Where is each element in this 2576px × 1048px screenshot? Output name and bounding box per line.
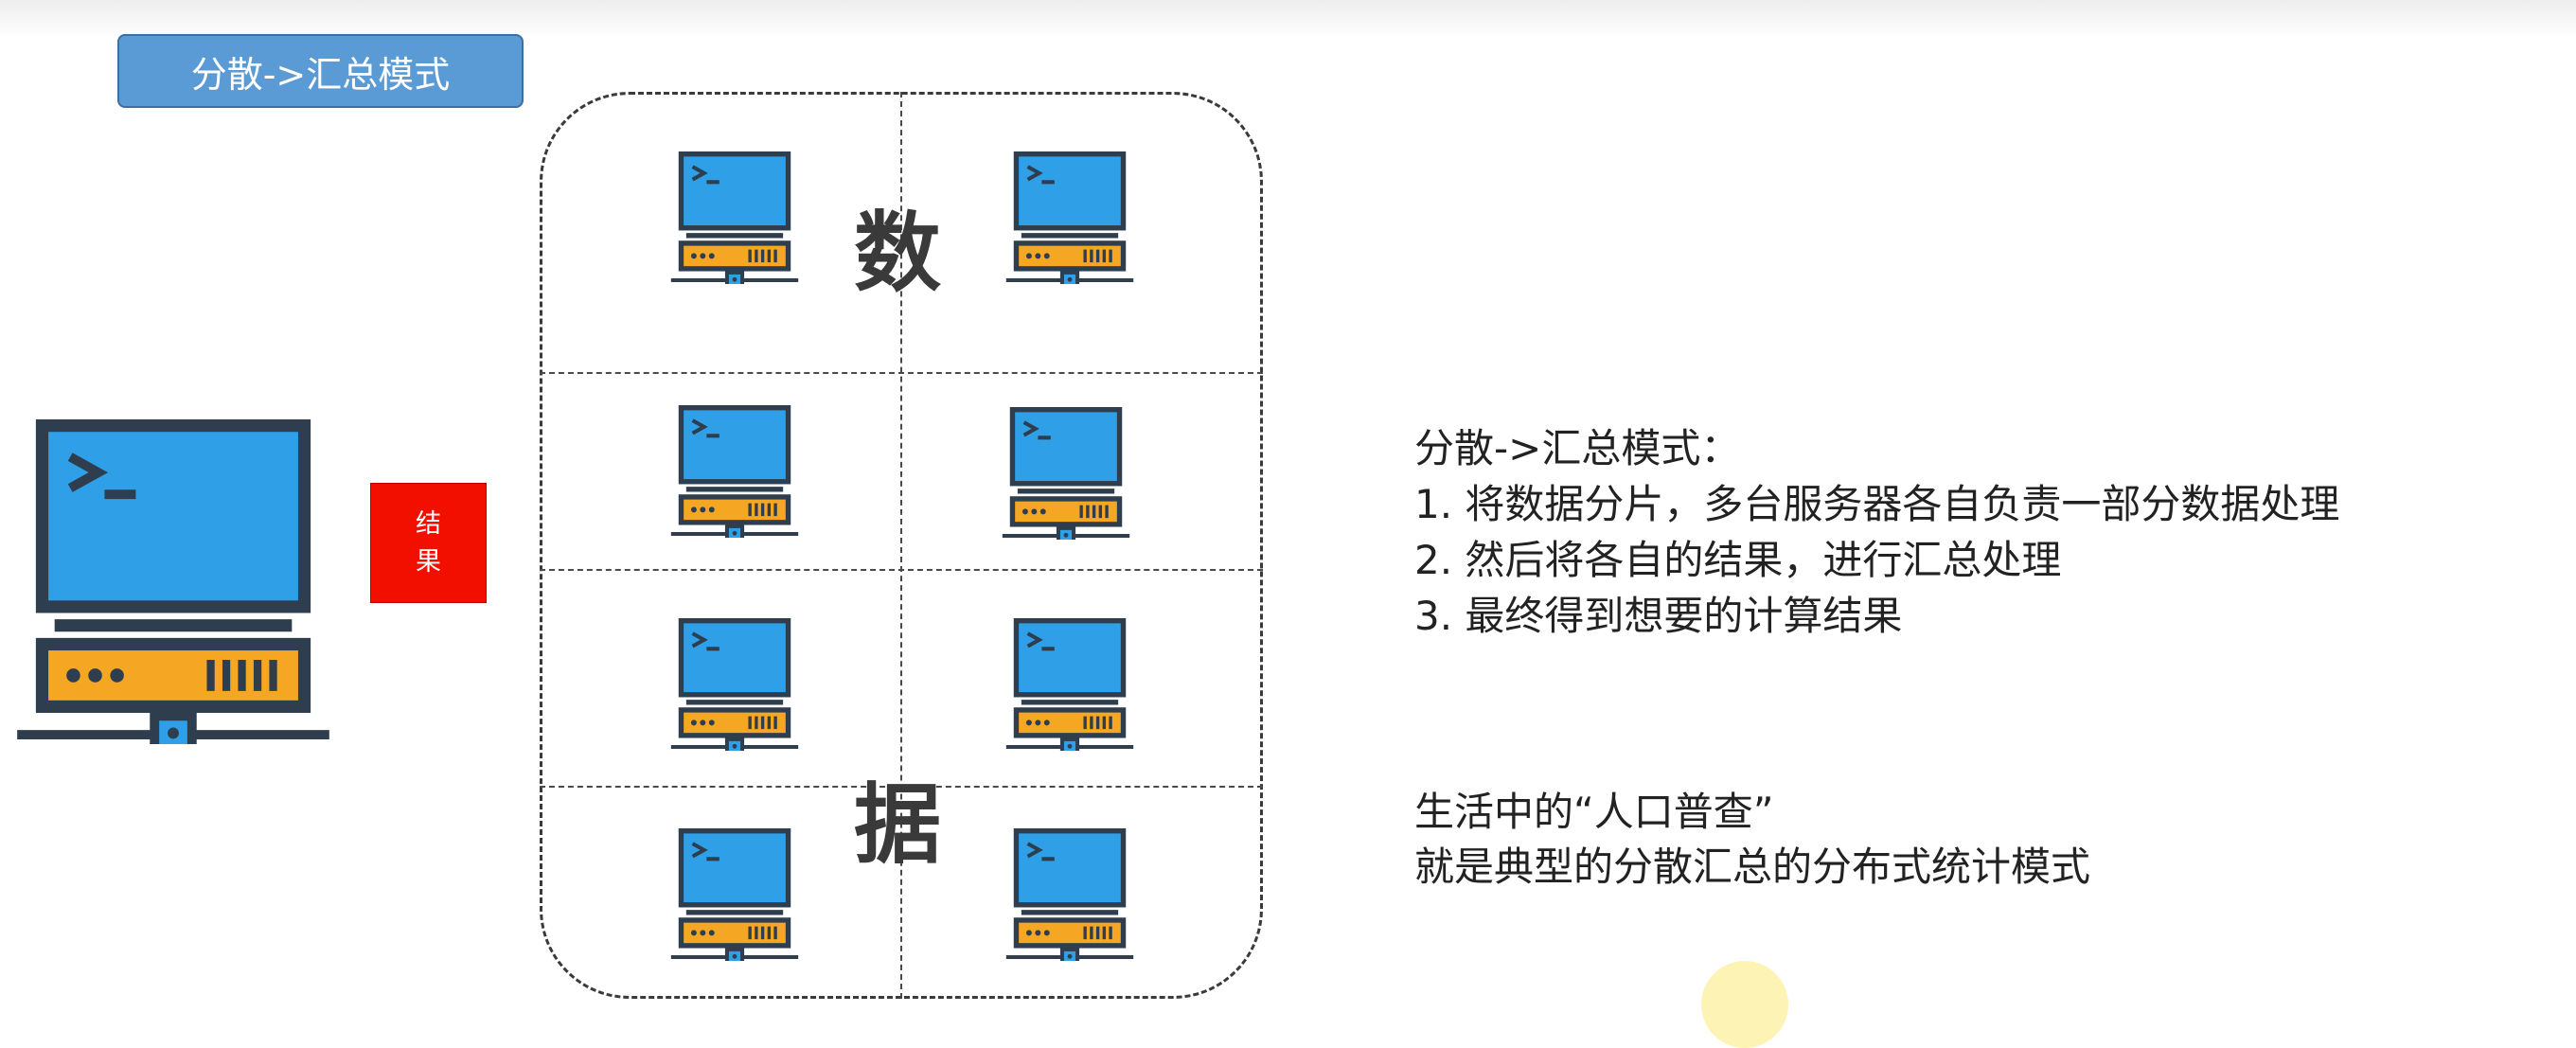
main-computer-icon [17, 419, 329, 744]
server-node-icon [670, 828, 799, 961]
example-line2: 就是典型的分散汇总的分布式统计模式 [1414, 844, 2091, 890]
description-heading: 分散->汇总模式： [1414, 425, 1741, 471]
title-badge: 分散->汇总模式 [117, 34, 524, 108]
cursor-highlight [1701, 961, 1788, 1048]
server-node-icon [1005, 151, 1134, 284]
result-box-line2: 果 [416, 546, 441, 577]
server-node-icon [1005, 618, 1134, 751]
server-node-icon [670, 151, 799, 284]
example-line1: 生活中的“人口普查” [1414, 789, 1774, 835]
cluster-divider-row2 [540, 569, 1263, 571]
result-box-line1: 结 [416, 508, 441, 539]
cluster-divider-row1 [540, 372, 1263, 374]
server-node-icon [1002, 407, 1130, 540]
server-node-icon [670, 618, 799, 751]
server-node-icon [1005, 828, 1134, 961]
server-node-icon [670, 405, 799, 538]
description-step1: 1. 将数据分片，多台服务器各自负责一部分数据处理 [1414, 481, 2340, 527]
cluster-glyph-top: 数 [854, 203, 942, 304]
description-step3: 3. 最终得到想要的计算结果 [1414, 593, 1903, 639]
result-box: 结 果 [370, 483, 487, 603]
top-shade [0, 0, 2576, 38]
description-step2: 2. 然后将各自的结果，进行汇总处理 [1414, 537, 2062, 583]
cluster-glyph-bottom: 据 [854, 774, 942, 876]
